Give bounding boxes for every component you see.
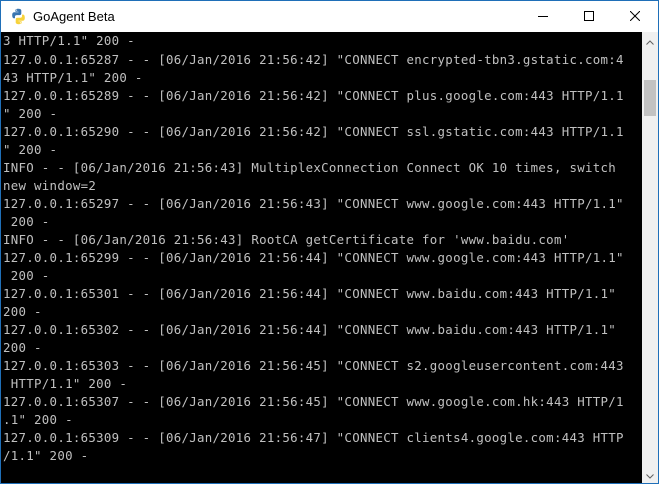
console-line: 127.0.0.1:65287 - - [06/Jan/2016 21:56:4… <box>3 52 624 67</box>
console-line: 127.0.0.1:65301 - - [06/Jan/2016 21:56:4… <box>3 286 617 301</box>
console-line: /1.1" 200 - <box>3 448 89 463</box>
scroll-thumb[interactable] <box>644 80 656 116</box>
console-line: 127.0.0.1:65303 - - [06/Jan/2016 21:56:4… <box>3 358 624 373</box>
console-line: 127.0.0.1:65307 - - [06/Jan/2016 21:56:4… <box>3 394 624 409</box>
title-bar[interactable]: GoAgent Beta <box>1 1 658 32</box>
python-icon <box>10 8 27 25</box>
console-line: 3 HTTP/1.1" 200 - <box>3 33 135 48</box>
minimize-icon <box>538 8 548 26</box>
scroll-up-button[interactable] <box>642 32 658 49</box>
console-line: 127.0.0.1:65289 - - [06/Jan/2016 21:56:4… <box>3 88 624 103</box>
close-icon <box>629 8 641 26</box>
console-line: 43 HTTP/1.1" 200 - <box>3 70 143 85</box>
console-line: new window=2 <box>3 178 97 193</box>
console-line: 200 - <box>3 340 42 355</box>
maximize-button[interactable] <box>566 1 612 32</box>
console-line: " 200 - <box>3 106 58 121</box>
console-output[interactable]: 3 HTTP/1.1" 200 - 127.0.0.1:65287 - - [0… <box>1 32 642 483</box>
console-line: INFO - - [06/Jan/2016 21:56:43] Multiple… <box>3 160 617 175</box>
maximize-icon <box>584 8 594 26</box>
console-line: INFO - - [06/Jan/2016 21:56:43] RootCA g… <box>3 232 570 247</box>
close-button[interactable] <box>612 1 658 32</box>
console-line: .1" 200 - <box>3 412 73 427</box>
console-line: 127.0.0.1:65309 - - [06/Jan/2016 21:56:4… <box>3 430 624 445</box>
console-line: HTTP/1.1" 200 - <box>3 376 128 391</box>
console-line: 200 - <box>3 214 50 229</box>
console-line: 200 - <box>3 304 42 319</box>
console-window: GoAgent Beta 3 HTTP/1.1" 200 - 127.0.0.1… <box>0 0 659 484</box>
window-title: GoAgent Beta <box>33 9 115 24</box>
vertical-scrollbar[interactable] <box>642 32 658 483</box>
console-line: " 200 - <box>3 142 58 157</box>
console-line: 127.0.0.1:65290 - - [06/Jan/2016 21:56:4… <box>3 124 624 139</box>
console-line: 127.0.0.1:65299 - - [06/Jan/2016 21:56:4… <box>3 250 624 265</box>
console-line: 200 - <box>3 268 50 283</box>
scroll-down-arrow-icon <box>646 466 654 484</box>
minimize-button[interactable] <box>520 1 566 32</box>
scroll-up-arrow-icon <box>646 32 654 50</box>
console-line: 127.0.0.1:65302 - - [06/Jan/2016 21:56:4… <box>3 322 617 337</box>
scroll-down-button[interactable] <box>642 466 658 483</box>
console-line: 127.0.0.1:65297 - - [06/Jan/2016 21:56:4… <box>3 196 624 211</box>
